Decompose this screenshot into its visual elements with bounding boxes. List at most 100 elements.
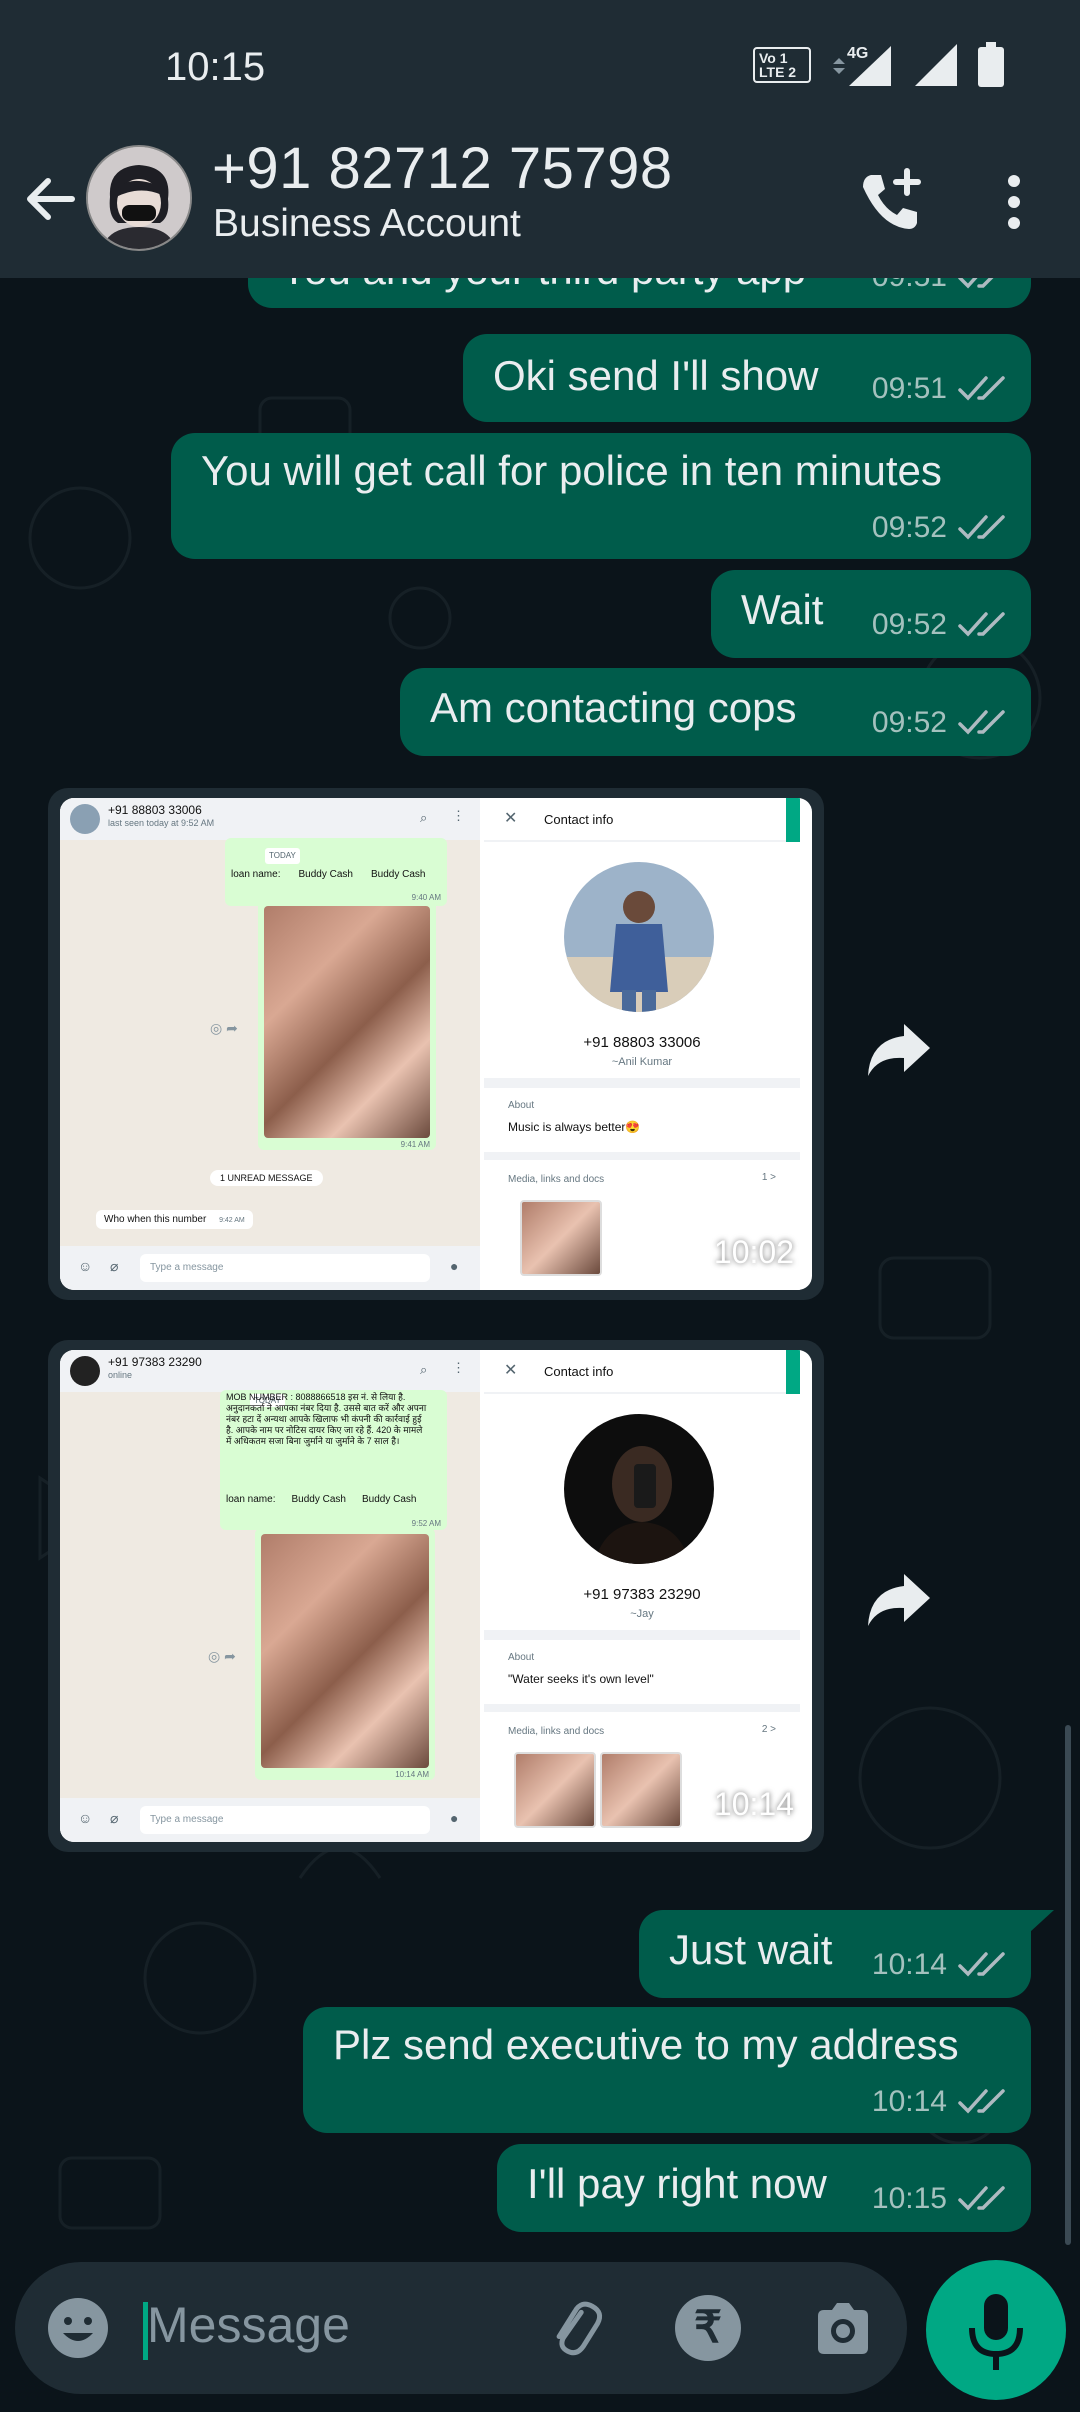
mic-icon [969,2294,1023,2370]
4g-signal-icon: 4G [833,45,891,86]
message-time: 10:14 [871,2085,947,2118]
profile-photo [564,1414,714,1564]
message-bubble[interactable]: Am contacting cops 09:52 [400,668,1031,756]
more-vert-icon: ⋮ [452,808,465,823]
about-label: About [508,1652,535,1663]
message-text: You and your third party app [280,278,806,294]
screenshot-chat-header: +91 88803 33006 last seen today at 9:52 … [60,798,480,840]
avatar [70,1356,100,1386]
message-bubble[interactable]: Just wait 10:14 [639,1910,1031,1998]
volte-icon: Vo 1 LTE 2 [753,47,811,83]
about-text: "Water seeks it's own level" [508,1672,654,1686]
screenshot-contact-panel: ✕ Contact info +91 97383 23290 ~Jay Abou… [484,1350,800,1842]
more-vert-icon[interactable] [995,167,1033,237]
message-text: Plz send executive to my address [333,2021,959,2068]
search-icon: ⌕ [420,1362,428,1377]
screenshot-chat-name: +91 88803 33006 [108,803,202,817]
message-time: 09:52 [871,608,947,641]
about-text: Music is always better😍 [508,1120,641,1134]
photo [264,906,430,1138]
double-tick-icon [958,376,1005,401]
profile-section: +91 88803 33006 ~Anil Kumar [484,842,800,1078]
double-tick-icon [958,1952,1005,1977]
forward-icon[interactable] [864,1018,934,1078]
message-time: 9:42 AM [219,1217,245,1224]
message-text: Who when this number [104,1214,207,1225]
screenshot-image[interactable]: +91 88803 33006 last seen today at 9:52 … [60,798,812,1290]
screenshot-chat-pane: +91 88803 33006 last seen today at 9:52 … [60,798,480,1290]
media-thumbnail [520,1200,602,1276]
status-bar: 10:15 Vo 1 LTE 2 4G [0,0,1080,135]
status-time: 10:15 [165,45,266,89]
status-icons: Vo 1 LTE 2 4G [753,42,1005,88]
battery-icon [978,42,1004,87]
screenshot-input: Type a message [140,1254,430,1282]
more-vert-icon: ⋮ [452,1360,465,1375]
message-bubble[interactable]: Oki send I'll show 09:51 [463,334,1031,422]
emoji-icon[interactable] [45,2295,111,2361]
screenshot-chat-status: online [108,1370,133,1380]
about-label: About [508,1100,535,1111]
mic-icon: ● [450,1810,459,1826]
message-text: Just wait [669,1926,833,1973]
double-tick-icon [958,612,1005,637]
search-icon: ⌕ [420,810,428,825]
about-section: About Music is always better😍 [484,1088,800,1152]
attach-icon: ⌀ [110,1810,119,1826]
forward-icon[interactable] [864,1568,934,1628]
message-meta: 09:52 [872,608,1009,642]
loan-label: loan name: [231,869,281,880]
contact-subtitle: Business Account [213,202,521,245]
message-bubble[interactable]: Wait 09:52 [711,570,1031,658]
loan-label: loan name: [226,1494,276,1505]
hindi-message: TODAY MOB NUMBER : 8088866518 इस नं. से … [220,1390,447,1530]
mic-button[interactable] [926,2260,1066,2400]
double-tick-icon [958,710,1005,735]
message-meta: 09:51 [872,278,1009,294]
contact-display-name: ~Anil Kumar [611,1056,673,1068]
about-section: About "Water seeks it's own level" [484,1640,800,1704]
chat-area[interactable]: You and your third party app 09:51 Oki s… [0,278,1080,2258]
loan-value: Buddy Cash [370,869,426,880]
contact-name[interactable]: +91 82712 75798 [212,135,673,202]
message-bubble[interactable]: I'll pay right now 10:15 [497,2144,1031,2232]
screenshot-chat-status: last seen today at 9:52 AM [108,818,215,828]
message-bubble[interactable]: You will get call for police in ten minu… [171,433,1031,559]
media-count: 2 > [761,1724,776,1735]
message-input[interactable]: Message [147,2296,350,2354]
message-text: You will get call for police in ten minu… [201,447,942,494]
avatar [70,804,100,834]
loan-value: Buddy Cash [298,869,353,880]
avatar-image [88,147,190,249]
loan-value: Buddy Cash [361,1494,417,1505]
message-bubble[interactable]: Plz send executive to my address 10:14 [303,2007,1031,2133]
photo-message: 10:14 AM [255,1528,435,1780]
camera-icon[interactable] [810,2296,876,2362]
media-label: Media, links and docs [508,1174,605,1185]
screenshot-image[interactable]: +91 97383 23290 online ⌕ ⋮ TODAY MOB NUM… [60,1350,812,1842]
emoji-icon: ☺ [78,1810,93,1826]
message-meta: 10:14 [872,2085,1009,2119]
message-bubble[interactable]: You and your third party app 09:51 [248,278,1031,308]
rupee-icon[interactable]: ₹ [675,2295,741,2361]
message-time: 10:02 [713,1234,794,1270]
media-label: Media, links and docs [508,1726,605,1737]
forward-icon: ◎ ➦ [208,1648,236,1664]
image-message[interactable]: +91 97383 23290 online ⌕ ⋮ TODAY MOB NUM… [48,1340,824,1852]
photo-message: 9:41 AM [258,900,436,1150]
contact-info-header: ✕ Contact info [484,1350,800,1392]
message-meta: 10:15 [872,2182,1009,2216]
message-time: 9:41 AM [400,1140,430,1149]
attach-icon: ⌀ [110,1258,119,1274]
loan-row: loan name: Buddy Cash Buddy Cash [226,1494,416,1505]
loan-message: TODAY loan name: Buddy Cash Buddy Cash 9… [225,838,447,906]
emoji-icon: ☺ [78,1258,93,1274]
scrollbar[interactable] [1065,1725,1071,2245]
attach-icon[interactable] [540,2296,606,2362]
image-message[interactable]: +91 88803 33006 last seen today at 9:52 … [48,788,824,1300]
message-time: 10:14 AM [395,1770,429,1779]
back-arrow-icon[interactable] [18,167,82,231]
avatar[interactable] [86,145,192,251]
add-call-icon[interactable] [855,167,925,237]
double-tick-icon [958,278,994,289]
